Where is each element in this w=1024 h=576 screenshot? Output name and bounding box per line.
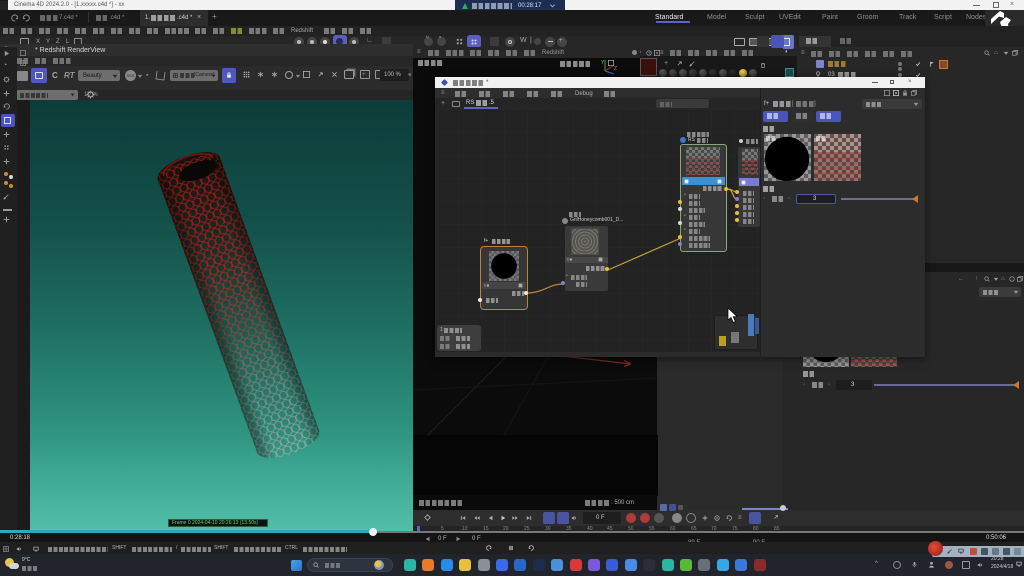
svg-text:Z: Z [614,66,617,72]
svg-text:Y: Y [601,60,605,66]
